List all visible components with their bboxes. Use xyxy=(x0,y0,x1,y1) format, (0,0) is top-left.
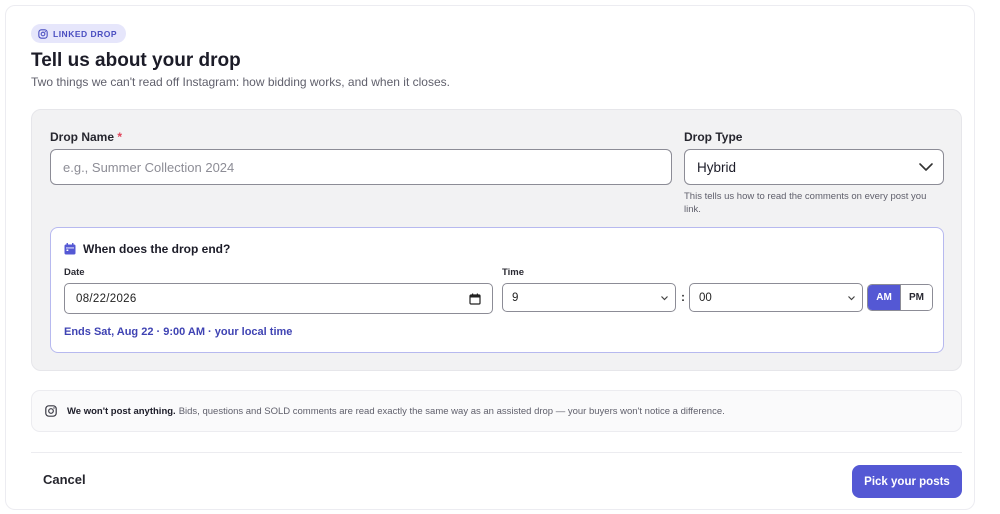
end-date-value: 08/22/2026 xyxy=(76,292,137,305)
minute-select[interactable]: 00 xyxy=(689,283,863,312)
drop-type-value: Hybrid xyxy=(697,159,737,175)
instagram-icon xyxy=(38,28,48,39)
drop-type-select[interactable]: Hybrid xyxy=(684,149,944,185)
pm-button[interactable]: PM xyxy=(900,285,932,310)
chevron-down-icon xyxy=(919,163,933,171)
calendar-icon xyxy=(64,243,76,255)
chevron-down-icon xyxy=(661,296,668,301)
notice-text: Bids, questions and SOLD comments are re… xyxy=(178,405,725,417)
required-mark: * xyxy=(117,130,123,144)
notice-strong-text: We won't post anything. xyxy=(67,405,176,417)
calendar-picker-icon[interactable] xyxy=(469,293,481,305)
date-label: Date xyxy=(64,267,85,278)
drop-type-hint: This tells us how to read the comments o… xyxy=(684,191,927,215)
drop-details-card: LINKED DROP Tell us about your drop Two … xyxy=(5,5,975,510)
linked-drop-badge: LINKED DROP xyxy=(31,24,127,43)
instagram-icon xyxy=(45,405,57,417)
drop-type-label: Drop Type xyxy=(684,130,743,144)
page-subtitle: Two things we can't read off Instagram: … xyxy=(31,75,450,89)
no-posting-notice: We won't post anything. Bids, questions … xyxy=(31,390,962,432)
end-time-summary: Ends Sat, Aug 22 · 9:00 AM · your local … xyxy=(64,326,293,338)
cancel-button[interactable]: Cancel xyxy=(43,472,86,487)
am-button[interactable]: AM xyxy=(868,285,900,310)
hour-value: 9 xyxy=(512,291,519,304)
drop-form-panel: Drop Name * Drop Type Hybrid This tells … xyxy=(31,109,962,371)
time-separator: : xyxy=(681,290,685,304)
footer-divider xyxy=(31,452,962,453)
meridiem-toggle: AM PM xyxy=(867,284,933,311)
drop-end-section: When does the drop end? Date 08/22/2026 … xyxy=(50,227,944,353)
minute-value: 00 xyxy=(699,291,712,304)
chevron-down-icon xyxy=(848,296,855,301)
drop-end-heading: When does the drop end? xyxy=(64,242,230,256)
pick-posts-button[interactable]: Pick your posts xyxy=(852,465,962,498)
badge-label: LINKED DROP xyxy=(53,28,118,39)
page-title: Tell us about your drop xyxy=(31,50,241,71)
hour-select[interactable]: 9 xyxy=(502,283,676,312)
drop-name-label: Drop Name * xyxy=(50,130,123,144)
drop-name-input[interactable] xyxy=(50,149,672,185)
time-label: Time xyxy=(502,267,525,278)
end-date-input[interactable]: 08/22/2026 xyxy=(64,283,493,314)
